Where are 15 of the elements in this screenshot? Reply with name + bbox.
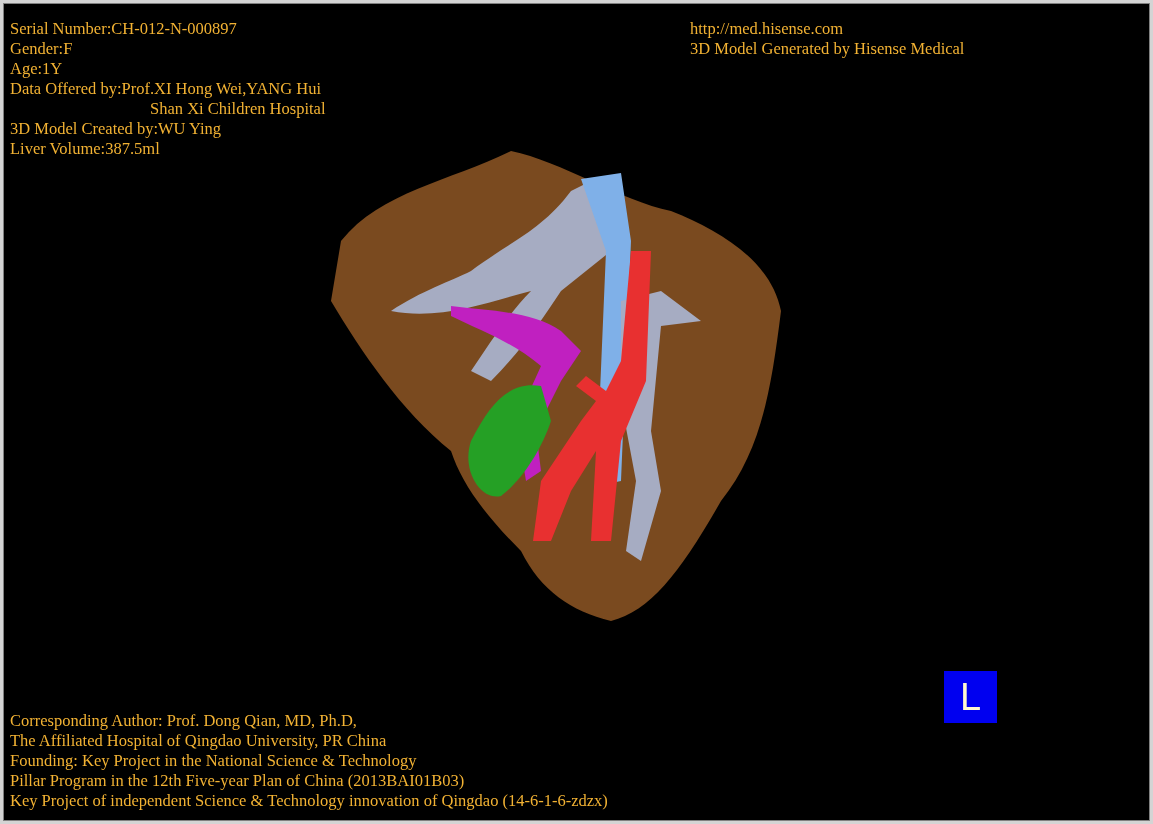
info-text: Serial Number:CH-012-N-000897 — [10, 19, 238, 39]
credit-text: The Affiliated Hospital of Qingdao University, PR China — [10, 731, 388, 751]
info-text: http://med.hisense.com — [690, 19, 845, 39]
info-text: 3D Model Generated by Hisense Medical — [690, 39, 966, 59]
credit-text: Founding: Key Project in the National Science & Technology — [10, 751, 418, 771]
info-text: 3D Model Created by:WU Ying — [10, 119, 223, 139]
credit-text: Pillar Program in the 12th Five-year Plan of China (2013BAI01B03) — [10, 771, 466, 791]
credit-text: Corresponding Author: Prof. Dong Qian, MD, Ph.D, — [10, 711, 358, 731]
info-text: Liver Volume:387.5ml — [10, 139, 161, 159]
credit-text: Key Project of independent Science & Technology innovation of Qingdao (14-6-1-6-zdzx) — [10, 791, 608, 811]
info-text: Age:1Y — [10, 59, 64, 79]
info-text: Shan Xi Children Hospital — [149, 99, 327, 119]
info-text: Data Offered by:Prof.XI Hong Wei,YANG Hui — [10, 79, 323, 99]
orientation-badge: L — [944, 671, 997, 723]
info-text: Gender:F — [10, 39, 74, 59]
